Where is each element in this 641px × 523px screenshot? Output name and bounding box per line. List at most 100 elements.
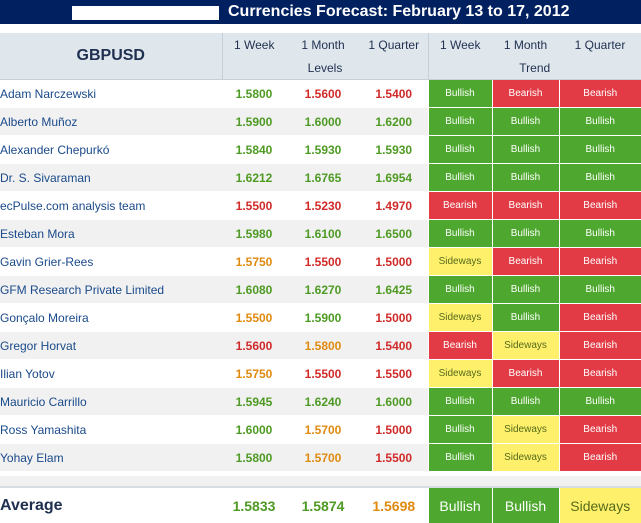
level-1week: 1.5800	[222, 79, 286, 108]
level-1week: 1.5750	[222, 359, 286, 388]
level-1quarter: 1.5500	[360, 359, 428, 388]
trend-1quarter: Bullish	[558, 275, 641, 304]
average-label: Average	[0, 496, 63, 514]
table-row: Esteban Mora 1.5980 1.6100 1.6500 Bullish Bul…	[0, 219, 641, 248]
level-1quarter: 1.5930	[360, 135, 428, 164]
analyst-name: Ilian Yotov	[0, 359, 222, 388]
trend-1month: Bullish	[491, 107, 559, 136]
level-1quarter: 1.5400	[360, 331, 428, 360]
level-1week: 1.5945	[222, 387, 286, 416]
title-bar: Currencies Forecast: February 13 to 17, …	[0, 0, 641, 24]
average-level-1month: 1.5874	[301, 497, 345, 514]
trend-1week: Bullish	[427, 163, 492, 192]
analyst-name: Gavin Grier-Rees	[0, 247, 222, 276]
analyst-name: Gonçalo Moreira	[0, 303, 222, 332]
level-1quarter: 1.5000	[360, 247, 428, 276]
trend-1month: Bearish	[491, 79, 559, 108]
level-1month: 1.5930	[286, 135, 360, 164]
analyst-name: Dr. S. Sivaraman	[0, 163, 222, 192]
trend-1quarter: Bearish	[558, 79, 641, 108]
trend-1quarter: Bullish	[558, 107, 641, 136]
table-row: Mauricio Carrillo 1.5945 1.6240 1.6000 Bulli…	[0, 387, 641, 416]
header-level-1quarter: 1 Quarter	[360, 33, 429, 57]
forecast-rows: Adam Narczewski 1.5800 1.5600 1.5400 Bullish…	[0, 79, 641, 472]
level-1week: 1.5800	[222, 443, 286, 472]
level-1month: 1.6765	[286, 163, 360, 192]
level-1month: 1.6000	[286, 107, 360, 136]
levels-group-header: Levels	[222, 57, 429, 80]
analyst-name: ecPulse.com analysis team	[0, 191, 222, 220]
analyst-name: Gregor Horvat	[0, 331, 222, 360]
analyst-name: GFM Research Private Limited	[0, 275, 222, 304]
currency-pair-header: GBPUSD	[0, 33, 223, 80]
trend-1month: Bullish	[491, 387, 559, 416]
average-trend-1month: Bullish	[491, 487, 559, 523]
trend-1week: Bullish	[427, 79, 492, 108]
trend-1quarter: Bullish	[558, 135, 641, 164]
trend-1quarter: Bearish	[558, 247, 641, 276]
trend-1month: Sideways	[491, 331, 559, 360]
header-level-1month: 1 Month	[286, 33, 360, 57]
analyst-name: Esteban Mora	[0, 219, 222, 248]
level-1week: 1.5500	[222, 303, 286, 332]
level-1quarter: 1.6000	[360, 387, 428, 416]
trend-1month: Sideways	[491, 415, 559, 444]
trend-1week: Bullish	[427, 387, 492, 416]
average-level-1quarter: 1.5698	[372, 497, 416, 514]
level-1quarter: 1.6954	[360, 163, 428, 192]
trend-1week: Bearish	[427, 191, 492, 220]
trend-1week: Bullish	[427, 415, 492, 444]
trend-1month: Bearish	[491, 191, 559, 220]
analyst-name: Yohay Elam	[0, 443, 222, 472]
page-title: Currencies Forecast: February 13 to 17, …	[228, 3, 570, 20]
average-separator	[0, 476, 641, 486]
level-1quarter: 1.5500	[360, 443, 428, 472]
level-1month: 1.6270	[286, 275, 360, 304]
table-row: Ross Yamashita 1.6000 1.5700 1.5000 Bullish S…	[0, 415, 641, 444]
level-1quarter: 1.4970	[360, 191, 428, 220]
level-1week: 1.5750	[222, 247, 286, 276]
trend-1week: Bullish	[427, 135, 492, 164]
trend-1month: Bullish	[491, 303, 559, 332]
table-row: Adam Narczewski 1.5800 1.5600 1.5400 Bullish…	[0, 79, 641, 108]
average-trend-1week: Bullish	[427, 487, 492, 523]
header-level-1week: 1 Week	[222, 33, 286, 57]
level-1week: 1.5500	[222, 191, 286, 220]
logo-placeholder	[72, 6, 219, 20]
trend-1quarter: Bearish	[558, 359, 641, 388]
table-row: Gregor Horvat 1.5600 1.5800 1.5400 Bearish Si…	[0, 331, 641, 360]
trend-1quarter: Bearish	[558, 303, 641, 332]
forecast-table: GBPUSD 1 Week 1 Month 1 Quarter 1 Week 1…	[0, 33, 641, 472]
trend-1month: Bullish	[491, 163, 559, 192]
analyst-name: Mauricio Carrillo	[0, 387, 222, 416]
level-1quarter: 1.5000	[360, 415, 428, 444]
trend-1quarter: Bullish	[558, 163, 641, 192]
trend-group-header: Trend	[428, 57, 641, 80]
level-1quarter: 1.5400	[360, 79, 428, 108]
level-1quarter: 1.6500	[360, 219, 428, 248]
analyst-name: Ross Yamashita	[0, 415, 222, 444]
trend-1month: Sideways	[491, 443, 559, 472]
trend-1month: Bullish	[491, 135, 559, 164]
level-1quarter: 1.5000	[360, 303, 428, 332]
level-1month: 1.5700	[286, 443, 360, 472]
trend-1quarter: Bullish	[558, 387, 641, 416]
trend-1week: Bullish	[427, 443, 492, 472]
level-1month: 1.6100	[286, 219, 360, 248]
analyst-name: Alexander Chepurkó	[0, 135, 222, 164]
level-1month: 1.5500	[286, 247, 360, 276]
trend-1quarter: Bearish	[558, 331, 641, 360]
level-1week: 1.6000	[222, 415, 286, 444]
level-1quarter: 1.6425	[360, 275, 428, 304]
level-1month: 1.5500	[286, 359, 360, 388]
level-1month: 1.5600	[286, 79, 360, 108]
header-trend-1quarter: 1 Quarter	[559, 33, 641, 57]
trend-1quarter: Bullish	[558, 219, 641, 248]
level-1month: 1.5800	[286, 331, 360, 360]
trend-1week: Bearish	[427, 331, 492, 360]
average-row: Average 1.5833 1.5874 1.5698 Bullish Bul…	[0, 486, 641, 523]
level-1month: 1.5230	[286, 191, 360, 220]
table-row: Yohay Elam 1.5800 1.5700 1.5500 Bullish Sidew…	[0, 443, 641, 472]
table-row: GFM Research Private Limited 1.6080 1.6270…	[0, 275, 641, 304]
trend-1week: Bullish	[427, 219, 492, 248]
